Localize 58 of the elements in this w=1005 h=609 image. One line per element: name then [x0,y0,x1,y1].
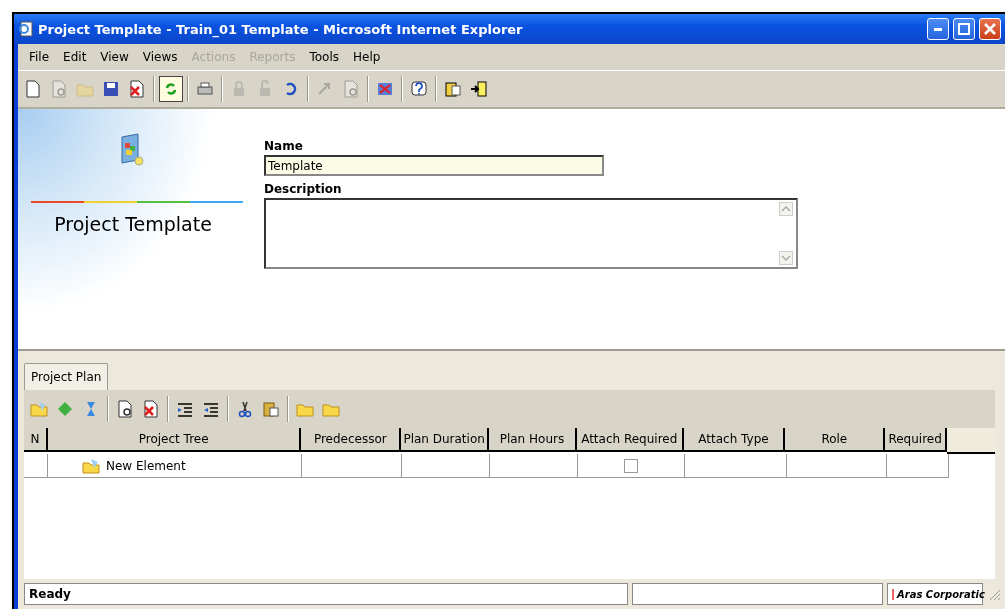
menu-item[interactable]: View [93,48,136,66]
column-header [947,428,995,454]
column-header[interactable]: Attach Type [683,428,786,452]
minimize-icon [934,27,942,31]
exit-door-icon [470,80,488,98]
maximize-button[interactable] [953,18,975,40]
scroll-down-icon[interactable] [779,251,793,265]
paste-icon [262,400,280,418]
outdent-icon [202,400,220,418]
clipboard-icon [444,80,462,98]
description-field[interactable] [264,198,798,269]
column-header[interactable]: Attach Required [576,428,684,452]
help-icon [410,80,428,98]
scissors-icon [236,400,254,418]
document-icon [24,80,42,98]
menu-item[interactable]: Tools [302,48,346,66]
delete-document-icon [128,80,146,98]
checkbox[interactable] [624,458,638,473]
resize-grip-icon[interactable] [987,587,1001,601]
column-header[interactable]: Plan Hours [489,428,577,452]
project-template-icon [120,133,146,167]
document-magnifier-icon [116,400,134,418]
tree-item[interactable]: New Element [106,458,186,473]
column-header[interactable]: Plan Duration [401,428,490,452]
window-title: Project Template - Train_01 Template - Microsoft Internet Explorer [38,21,524,37]
company-name: Aras Corporatic [892,588,985,600]
column-header[interactable]: Required [885,428,948,452]
banner-title: Project Template [54,213,212,235]
maximize-icon [958,23,970,35]
indent-icon [176,400,194,418]
table-cell [887,454,949,478]
scroll-up-icon[interactable] [779,202,793,216]
table-cross-icon [376,80,394,98]
column-header[interactable]: Project Tree [47,428,302,452]
field-label: Description [264,182,343,196]
close-icon [984,23,996,35]
toolbar-button[interactable] [159,76,183,102]
status-text: Ready [29,587,71,601]
browser-page-icon [18,21,34,37]
folder-icon [82,457,100,474]
tab[interactable]: Project Plan [24,363,109,390]
close-button[interactable] [979,18,1001,40]
delete-document-icon [142,400,160,418]
column-header[interactable]: Predecessor [301,428,402,452]
menu-item[interactable]: Views [135,48,185,66]
menu-item[interactable]: Help [346,48,388,66]
name-field[interactable]: Template [264,155,604,176]
field-label: Name [264,139,304,153]
folder-icon [30,400,48,418]
column-header[interactable]: N [24,428,48,452]
printer-icon [196,80,214,98]
menu-item[interactable]: File [22,48,57,66]
column-header[interactable]: Role [785,428,886,452]
diamond-icon [56,400,74,418]
document-magnifier-icon [50,80,68,98]
minimize-button[interactable] [927,18,949,40]
document-magnifier-icon [342,80,360,98]
menu-item[interactable]: Edit [56,48,94,66]
